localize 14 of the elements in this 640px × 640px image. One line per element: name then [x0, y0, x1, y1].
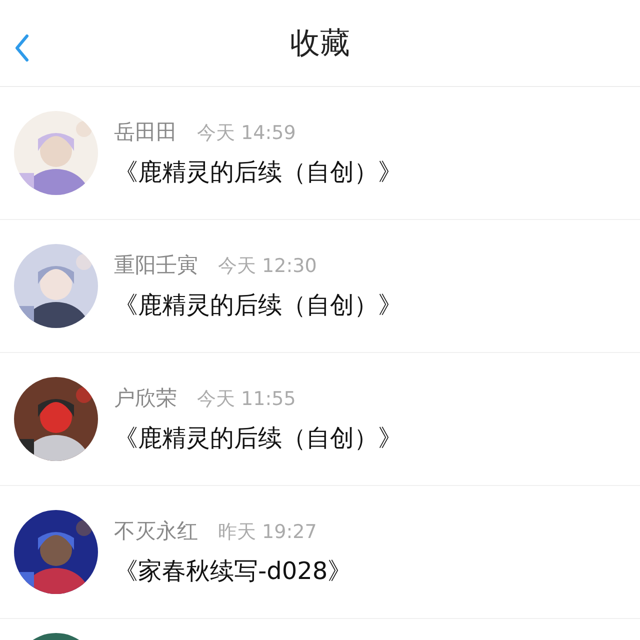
favorite-title[interactable]: 《鹿精灵的后续（自创）》: [114, 156, 402, 188]
page-title: 收藏: [290, 24, 350, 62]
timestamp: 今天 12:30: [218, 254, 317, 279]
author-name: 户欣荣: [114, 385, 177, 412]
timestamp: 昨天 19:27: [218, 520, 317, 545]
author-name: 岳田田: [114, 119, 177, 146]
back-icon: [14, 34, 30, 62]
timestamp: 今天 11:55: [197, 387, 296, 412]
favorite-title[interactable]: 《家春秋续写-d028》: [114, 555, 352, 587]
timestamp: 今天 14:59: [197, 121, 296, 146]
favorite-title[interactable]: 《鹿精灵的后续（自创）》: [114, 289, 402, 321]
favorite-title[interactable]: 《鹿精灵的后续（自创）》: [114, 422, 402, 454]
author-name: 重阳壬寅: [114, 252, 198, 279]
author-name: 不灭永红: [114, 518, 198, 545]
